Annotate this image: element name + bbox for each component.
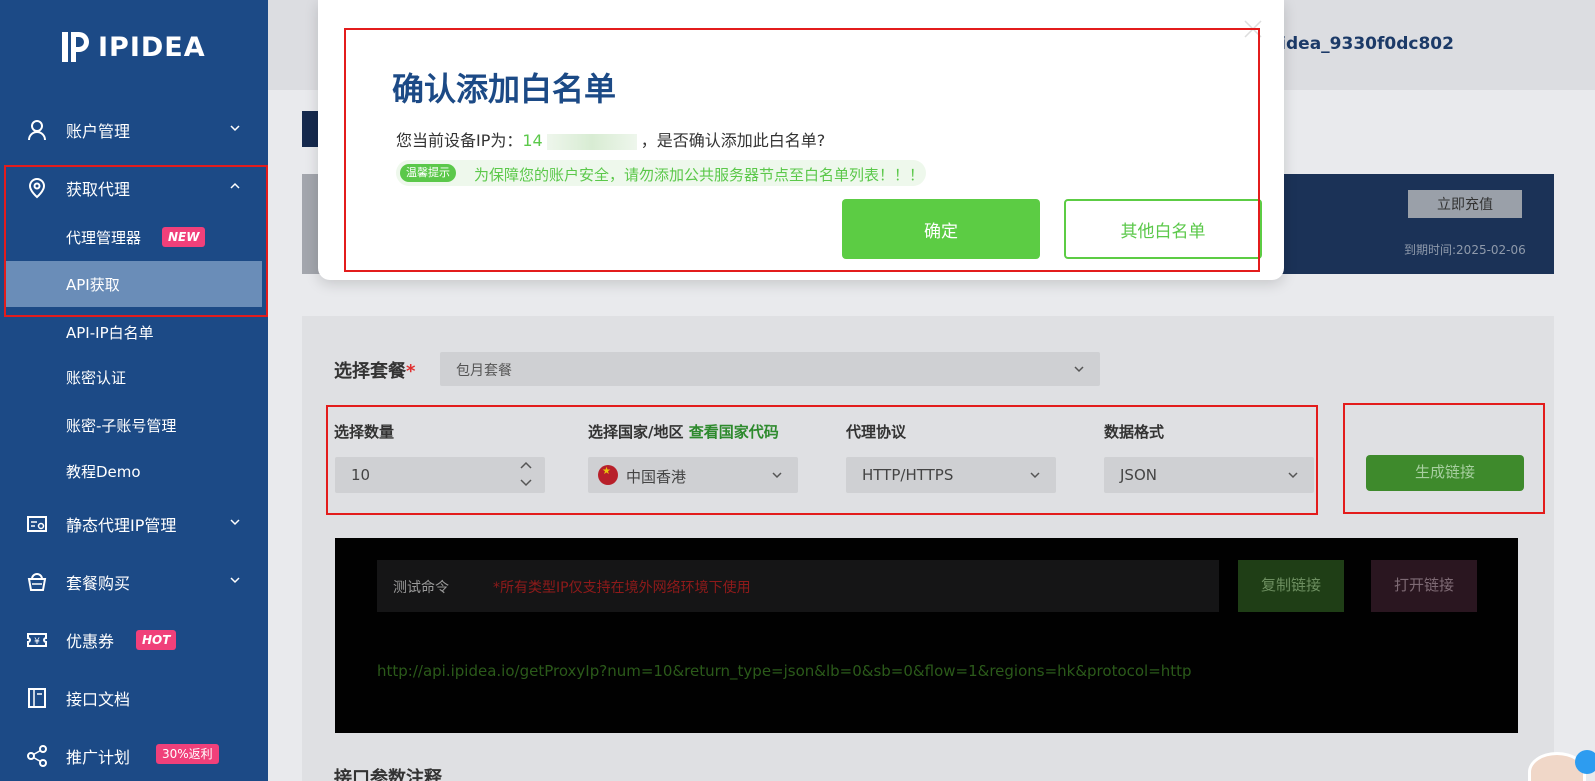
country-label: 选择国家/地区 查看国家代码 xyxy=(588,421,779,442)
generate-link-button[interactable]: 生成链接 xyxy=(1366,455,1524,491)
country-value: 中国香港 xyxy=(626,468,687,486)
device-ip: 14 xyxy=(522,131,543,150)
dialog-message: 您当前设备IP为：14 ，是否确认添加此白名单? xyxy=(396,127,825,151)
location-icon xyxy=(28,177,46,199)
hot-badge: HOT xyxy=(136,630,177,650)
sidebar-item-label: 接口文档 xyxy=(66,690,131,709)
quantity-label: 选择数量 xyxy=(334,423,395,441)
sidebar-item-label: 账密认证 xyxy=(66,368,127,387)
confirm-button[interactable]: 确定 xyxy=(842,199,1040,259)
sidebar-item-label: 账户管理 xyxy=(66,122,131,141)
sidebar-item-plan-purchase[interactable]: 套餐购买 xyxy=(0,559,268,605)
sidebar-item-proxy-manager[interactable]: 代理管理器 NEW xyxy=(0,214,268,260)
command-bar: 测试命令 *所有类型IP仅支持在境外网络环境下使用 xyxy=(377,560,1219,612)
tip-bar: 温馨提示 为保障您的账户安全，请勿添加公共服务器节点至白名单列表！！！ xyxy=(396,160,926,186)
country-select[interactable]: 中国香港 xyxy=(588,457,798,493)
message-prefix: 您当前设备IP为： xyxy=(396,131,523,150)
sidebar-item-account[interactable]: 账户管理 xyxy=(0,107,268,153)
sidebar-item-get-proxy[interactable]: 获取代理 xyxy=(0,165,268,211)
ipidea-logo-icon xyxy=(62,32,89,62)
format-label: 数据格式 xyxy=(1104,423,1165,441)
certificate-icon xyxy=(27,516,47,532)
sidebar-item-static-proxy[interactable]: 静态代理IP管理 xyxy=(0,501,268,547)
promo-badge: 30%返利 xyxy=(156,744,219,764)
country-label-text: 选择国家/地区 xyxy=(588,423,684,441)
sidebar-item-tutorial-demo[interactable]: 教程Demo xyxy=(0,448,268,494)
chevron-down-icon xyxy=(772,472,782,479)
basket-icon xyxy=(27,573,47,591)
tip-tag: 温馨提示 xyxy=(400,164,456,182)
package-label: 选择套餐* xyxy=(334,357,415,383)
protocol-label: 代理协议 xyxy=(846,423,907,441)
country-code-link[interactable]: 查看国家代码 xyxy=(689,423,779,441)
quantity-stepper[interactable]: 10 xyxy=(335,457,545,493)
chevron-down-icon xyxy=(230,577,240,584)
sidebar-item-label: 获取代理 xyxy=(66,180,131,199)
user-id: pidea_9330f0dc802 xyxy=(1268,34,1454,54)
coupon-icon: ¥ xyxy=(27,633,47,647)
sidebar-item-label: 账密-子账号管理 xyxy=(66,416,177,435)
package-select[interactable]: 包月套餐 xyxy=(440,352,1100,386)
sidebar-item-label: 教程Demo xyxy=(66,462,141,481)
dialog-title: 确认添加白名单 xyxy=(392,70,617,108)
chevron-down-icon xyxy=(230,519,240,526)
sidebar: IPIDEA 账户管理 获取代理 代理管理器 NEW API获取 API-IP白… xyxy=(0,0,268,781)
format-select[interactable]: JSON xyxy=(1104,457,1314,493)
sidebar-item-api-fetch[interactable]: API获取 xyxy=(4,261,262,307)
increment-icon[interactable] xyxy=(519,460,533,472)
other-whitelist-button[interactable]: 其他白名单 xyxy=(1064,199,1262,259)
open-link-button[interactable]: 打开链接 xyxy=(1371,560,1477,612)
network-warning: *所有类型IP仅支持在境外网络环境下使用 xyxy=(493,580,751,596)
protocol-value: HTTP/HTTPS xyxy=(862,466,954,484)
sidebar-item-promotion[interactable]: 推广计划 30%返利 xyxy=(0,733,268,779)
recharge-button[interactable]: 立即充值 xyxy=(1408,190,1522,218)
params-section-title: 接口参数注释 xyxy=(334,768,442,781)
new-badge: NEW xyxy=(162,227,206,247)
user-icon xyxy=(28,120,46,141)
chevron-down-icon xyxy=(230,125,240,132)
sidebar-item-api-docs[interactable]: 接口文档 xyxy=(0,675,268,721)
china-flag-icon xyxy=(598,465,618,485)
copy-link-button[interactable]: 复制链接 xyxy=(1238,560,1344,612)
document-icon xyxy=(28,688,46,708)
sidebar-item-label: 静态代理IP管理 xyxy=(66,516,177,535)
whitelist-confirm-dialog: 确认添加白名单 您当前设备IP为：14 ，是否确认添加此白名单? 温馨提示 为保障… xyxy=(318,0,1284,280)
sidebar-item-label: API获取 xyxy=(66,275,120,294)
sidebar-item-label: 推广计划 xyxy=(66,748,131,767)
quantity-value: 10 xyxy=(351,466,371,484)
sidebar-item-sub-account[interactable]: 账密-子账号管理 xyxy=(0,402,268,448)
test-command-panel: 测试命令 *所有类型IP仅支持在境外网络环境下使用 复制链接 打开链接 http… xyxy=(335,538,1518,733)
sidebar-item-label: 代理管理器 xyxy=(66,228,142,247)
tip-text: 为保障您的账户安全，请勿添加公共服务器节点至白名单列表！！！ xyxy=(474,166,925,184)
close-icon[interactable] xyxy=(1242,18,1264,40)
logo[interactable]: IPIDEA xyxy=(60,30,206,64)
protocol-select[interactable]: HTTP/HTTPS xyxy=(846,457,1056,493)
expire-date: 到期时间:2025-02-06 xyxy=(1404,243,1526,257)
decrement-icon[interactable] xyxy=(519,476,533,488)
chevron-down-icon xyxy=(1030,472,1040,479)
ip-redaction xyxy=(546,133,637,150)
logo-text: IPIDEA xyxy=(98,31,206,63)
sidebar-item-account-auth[interactable]: 账密认证 xyxy=(0,354,268,400)
sidebar-item-label: 优惠券 xyxy=(66,632,115,651)
required-mark: * xyxy=(406,361,416,382)
sidebar-item-label: API-IP白名单 xyxy=(66,323,154,342)
package-label-text: 选择套餐 xyxy=(334,361,406,382)
message-suffix: ，是否确认添加此白名单? xyxy=(640,131,826,150)
sidebar-item-label: 套餐购买 xyxy=(66,574,131,593)
command-label: 测试命令 xyxy=(393,580,449,596)
format-value: JSON xyxy=(1120,466,1157,484)
share-icon xyxy=(27,745,47,767)
package-value: 包月套餐 xyxy=(456,363,512,379)
chevron-up-icon xyxy=(230,182,240,189)
sidebar-item-coupon[interactable]: ¥ 优惠券 HOT xyxy=(0,617,268,663)
chevron-down-icon xyxy=(1074,366,1084,373)
sidebar-item-api-ip-whitelist[interactable]: API-IP白名单 xyxy=(0,309,268,355)
api-url[interactable]: http://api.ipidea.io/getProxyIp?num=10&r… xyxy=(377,662,1192,680)
chevron-down-icon xyxy=(1288,472,1298,479)
svg-text:¥: ¥ xyxy=(34,637,40,647)
chat-icon[interactable] xyxy=(1575,750,1595,774)
